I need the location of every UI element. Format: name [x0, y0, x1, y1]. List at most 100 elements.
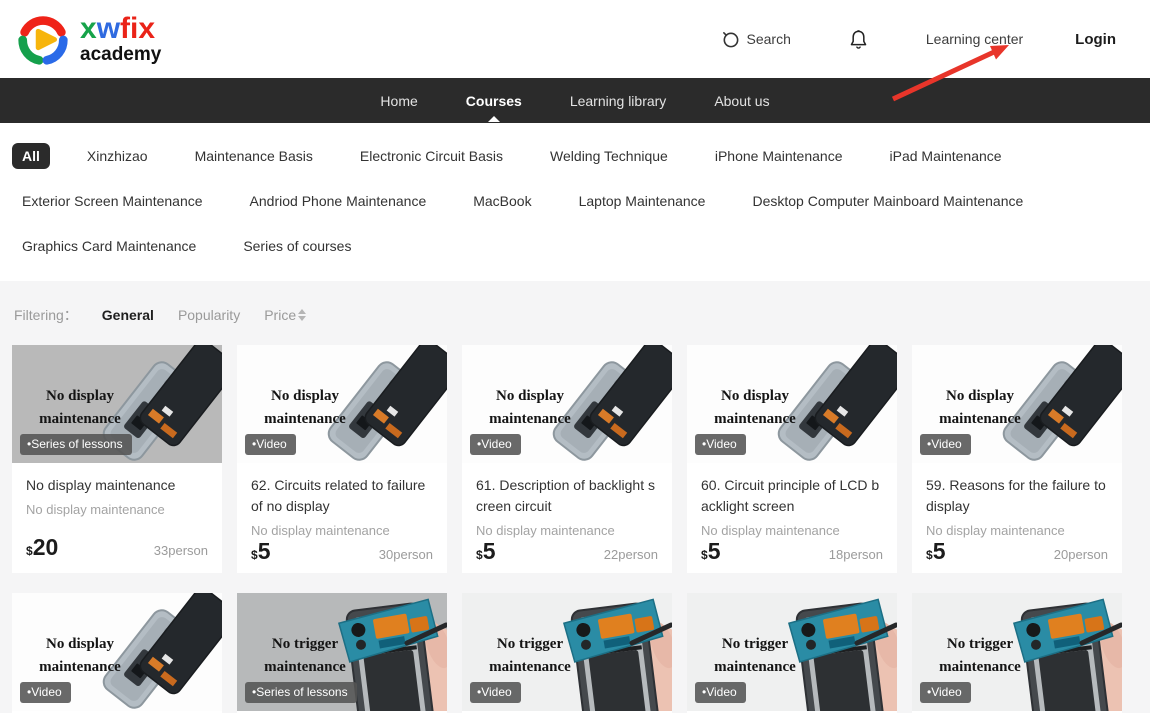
currency-symbol: $ — [26, 544, 33, 558]
course-thumbnail: No display maintenance •Series of lesson… — [12, 345, 222, 463]
tag-xinzhizao[interactable]: Xinzhizao — [77, 143, 158, 169]
course-info: No display maintenance No display mainte… — [12, 463, 222, 573]
learning-center-link[interactable]: Learning center — [926, 31, 1023, 47]
course-info: 61. Description of backlight screen circ… — [462, 463, 672, 573]
tag-graphics-card-maintenance[interactable]: Graphics Card Maintenance — [12, 233, 206, 259]
course-thumbnail: No display maintenance •Video — [687, 345, 897, 463]
course-type-badge: •Video — [470, 682, 521, 703]
course-title: 59. Reasons for the failure to display — [926, 475, 1108, 517]
nav-item-courses[interactable]: Courses — [464, 80, 524, 122]
course-card[interactable]: No display maintenance •Video 58. No dis… — [12, 593, 222, 713]
course-card[interactable]: No display maintenance •Video 62. Circui… — [237, 345, 447, 573]
thumbnail-caption: No display maintenance — [466, 385, 594, 432]
course-card[interactable]: No display maintenance •Video 61. Descri… — [462, 345, 672, 573]
search-icon — [721, 30, 740, 49]
course-card[interactable]: No trigger maintenance •Video 55. Mainte… — [912, 593, 1122, 713]
currency-symbol: $ — [251, 548, 258, 562]
price-row: $ 5 20person — [926, 538, 1108, 565]
course-type-badge: •Video — [470, 434, 521, 455]
nav-item-learning-library[interactable]: Learning library — [568, 80, 669, 122]
course-price: 5 — [483, 538, 496, 565]
sort-general[interactable]: General — [102, 307, 154, 323]
thumbnail-caption: No trigger maintenance — [916, 633, 1044, 680]
tag-welding-technique[interactable]: Welding Technique — [540, 143, 678, 169]
course-subtitle: No display maintenance — [926, 523, 1108, 538]
course-subtitle: No display maintenance — [476, 523, 658, 538]
nav-item-home[interactable]: Home — [378, 80, 419, 122]
thumbnail-caption: No trigger maintenance — [691, 633, 819, 680]
header: xwfix academy Search Learning center Log… — [0, 0, 1150, 78]
course-type-badge: •Series of lessons — [20, 434, 132, 455]
course-title: 61. Description of backlight screen circ… — [476, 475, 658, 517]
tag-laptop-maintenance[interactable]: Laptop Maintenance — [569, 188, 716, 214]
enrolled-count: 22person — [604, 547, 658, 562]
course-card[interactable]: No display maintenance •Series of lesson… — [12, 345, 222, 573]
main-nav: Home Courses Learning library About us — [0, 78, 1150, 123]
logo-text: xwfix academy — [80, 14, 161, 64]
price-row: $ 5 30person — [251, 538, 433, 565]
tag-iphone-maintenance[interactable]: iPhone Maintenance — [705, 143, 853, 169]
thumbnail-caption: No display maintenance — [241, 385, 369, 432]
brand-name: xwfix — [80, 14, 161, 44]
course-title: No display maintenance — [26, 475, 208, 496]
tag-desktop-computer-mainboard-maintenance[interactable]: Desktop Computer Mainboard Maintenance — [742, 188, 1033, 214]
course-type-badge: •Video — [695, 434, 746, 455]
nav-item-about-us[interactable]: About us — [712, 80, 771, 122]
price-row: $ 20 33person — [26, 534, 208, 561]
search-label: Search — [747, 31, 791, 47]
tag-series-of-courses[interactable]: Series of courses — [233, 233, 361, 259]
thumbnail-caption: No display maintenance — [691, 385, 819, 432]
course-price: 5 — [258, 538, 271, 565]
course-grid: No display maintenance •Series of lesson… — [12, 345, 1134, 713]
course-subtitle: No display maintenance — [251, 523, 433, 538]
thumbnail-caption: No trigger maintenance — [466, 633, 594, 680]
course-type-badge: •Video — [920, 434, 971, 455]
thumbnail-caption: No display maintenance — [16, 385, 144, 432]
course-card[interactable]: No display maintenance •Video 59. Reason… — [912, 345, 1122, 573]
filtering-label: Filtering： — [14, 305, 78, 325]
course-subtitle: No display maintenance — [701, 523, 883, 538]
login-button[interactable]: Login — [1075, 31, 1116, 48]
course-thumbnail: No trigger maintenance •Video — [912, 593, 1122, 711]
course-section: Filtering： General Popularity Price No dis… — [0, 281, 1150, 713]
course-subtitle: No display maintenance — [26, 502, 208, 517]
notifications-button[interactable] — [849, 29, 868, 50]
course-card[interactable]: No trigger maintenance •Video 56. Mainte… — [687, 593, 897, 713]
currency-symbol: $ — [476, 548, 483, 562]
tag-electronic-circuit-basis[interactable]: Electronic Circuit Basis — [350, 143, 513, 169]
sort-popularity[interactable]: Popularity — [178, 307, 240, 323]
course-thumbnail: No display maintenance •Video — [462, 345, 672, 463]
enrolled-count: 30person — [379, 547, 433, 562]
tag-andriod-phone-maintenance[interactable]: Andriod Phone Maintenance — [240, 188, 437, 214]
currency-symbol: $ — [701, 548, 708, 562]
enrolled-count: 18person — [829, 547, 883, 562]
tag-exterior-screen-maintenance[interactable]: Exterior Screen Maintenance — [12, 188, 213, 214]
bell-icon — [849, 29, 868, 50]
search-button[interactable]: Search — [721, 30, 791, 49]
course-card[interactable]: No trigger maintenance •Video 57. Mainte… — [462, 593, 672, 713]
tag-maintenance-basis[interactable]: Maintenance Basis — [185, 143, 323, 169]
course-card[interactable]: No trigger maintenance •Series of lesson… — [237, 593, 447, 713]
enrolled-count: 20person — [1054, 547, 1108, 562]
logo[interactable]: xwfix academy — [14, 10, 161, 68]
course-type-badge: •Video — [920, 682, 971, 703]
course-price: 5 — [933, 538, 946, 565]
brand-subtitle: academy — [80, 45, 161, 64]
course-type-badge: •Video — [695, 682, 746, 703]
course-info: 59. Reasons for the failure to display N… — [912, 463, 1122, 573]
tag-ipad-maintenance[interactable]: iPad Maintenance — [880, 143, 1012, 169]
course-thumbnail: No display maintenance •Video — [12, 593, 222, 711]
enrolled-count: 33person — [154, 543, 208, 558]
tag-macbook[interactable]: MacBook — [463, 188, 541, 214]
thumbnail-caption: No display maintenance — [916, 385, 1044, 432]
logo-icon — [14, 10, 72, 68]
course-price: 5 — [708, 538, 721, 565]
course-type-badge: •Video — [20, 682, 71, 703]
sort-price[interactable]: Price — [264, 307, 306, 323]
tag-all[interactable]: All — [12, 143, 50, 169]
course-card[interactable]: No display maintenance •Video 60. Circui… — [687, 345, 897, 573]
course-price: 20 — [33, 534, 59, 561]
course-thumbnail: No display maintenance •Video — [912, 345, 1122, 463]
course-thumbnail: No trigger maintenance •Series of lesson… — [237, 593, 447, 711]
course-title: 60. Circuit principle of LCD backlight s… — [701, 475, 883, 517]
